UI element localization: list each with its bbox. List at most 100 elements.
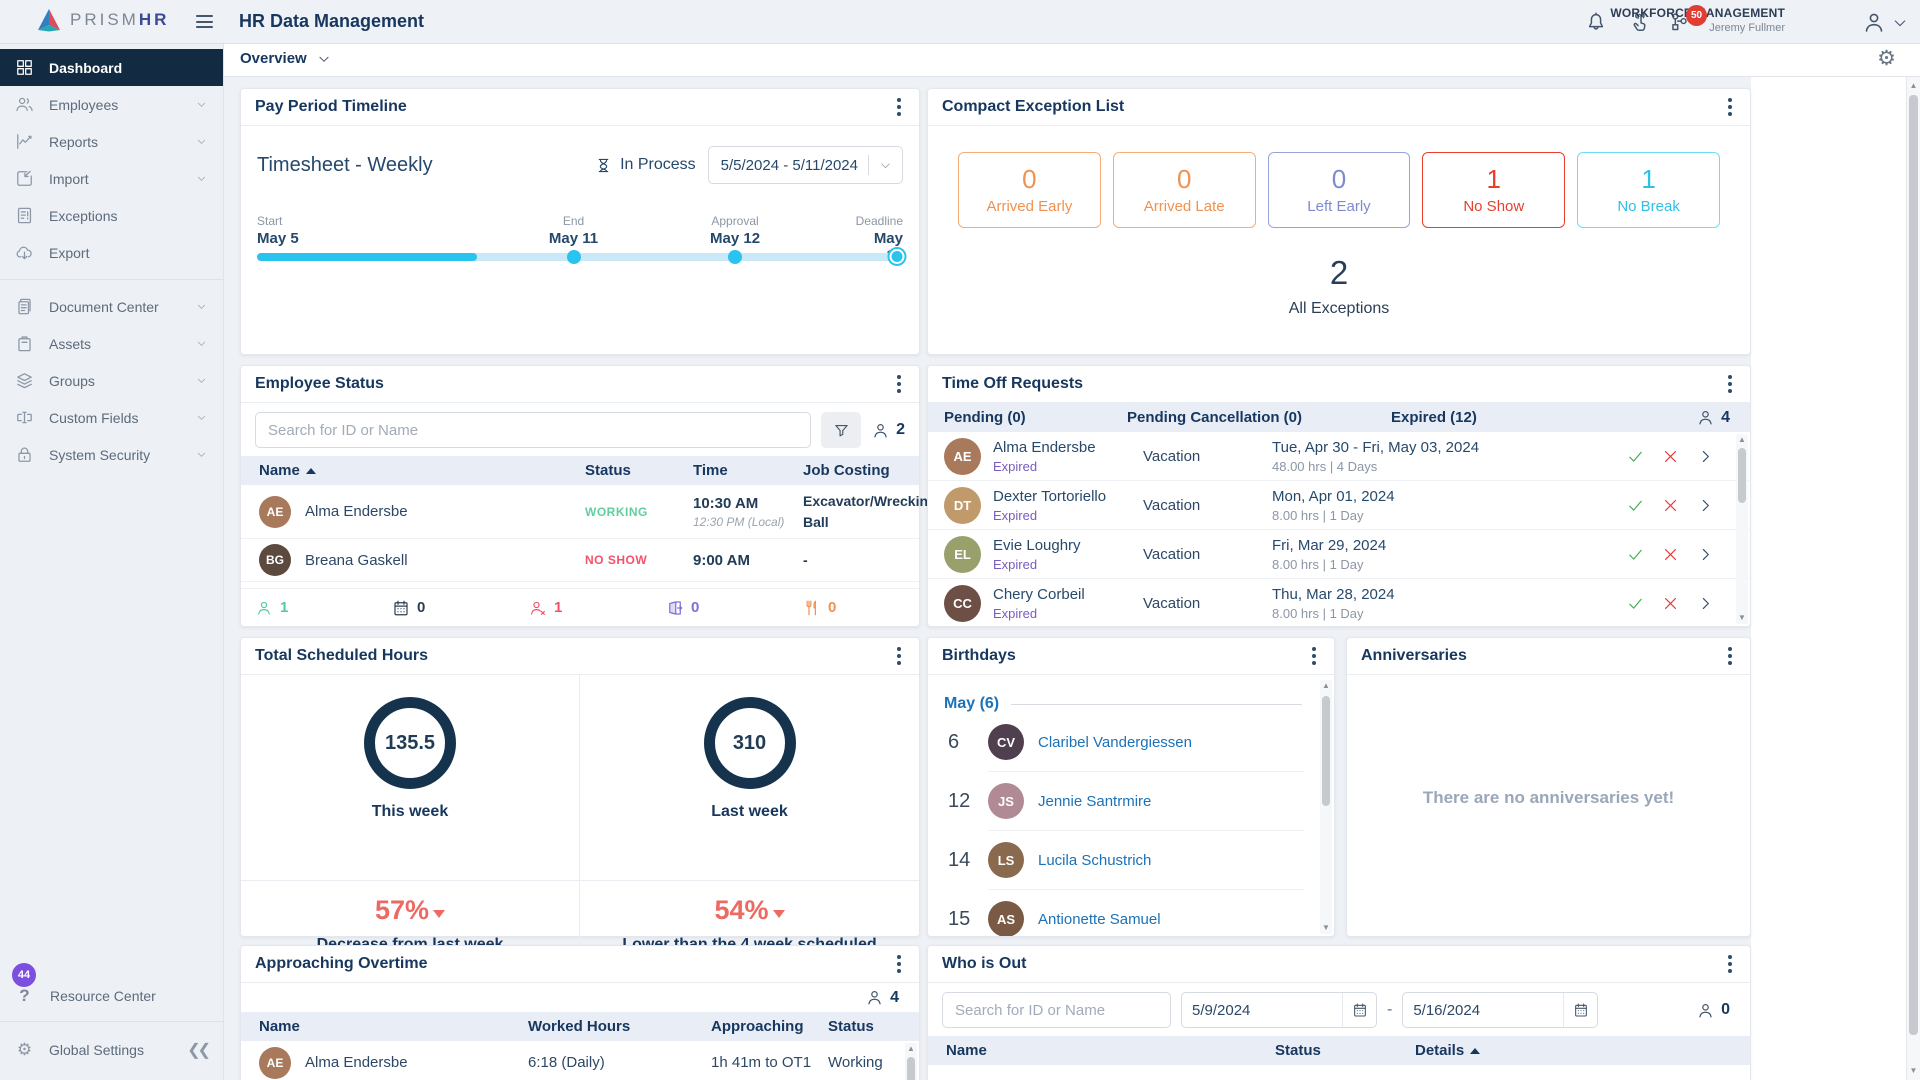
chevron-right-icon[interactable] [1697,595,1714,612]
menu-toggle-icon[interactable] [196,13,213,30]
collapse-sidebar-icon[interactable]: ❮❮ [187,1040,211,1060]
tab-pending[interactable]: Pending (0) [928,409,1127,426]
card-menu-kebab-icon[interactable] [893,951,905,977]
column-header-status[interactable]: Status [1275,1042,1415,1059]
sidebar-item-resource-center[interactable]: ? Resource Center [0,979,223,1013]
notifications-bell-icon[interactable] [1585,11,1607,33]
calendar-icon[interactable] [1563,993,1597,1027]
card-menu-kebab-icon[interactable] [893,371,905,397]
column-header-approaching[interactable]: Approaching [711,1018,828,1035]
sidebar-item-global-settings[interactable]: ⚙ Global Settings ❮❮ [0,1030,223,1070]
table-row[interactable]: AE Alma Endersbe 6:18 (Daily) 1h 41m to … [241,1041,919,1080]
column-header-name[interactable]: Name [259,462,585,479]
scroll-down-icon[interactable]: ▼ [1320,922,1332,934]
chevron-right-icon[interactable] [1697,546,1714,563]
list-item[interactable]: 12 JS Jennie Santrmire [928,772,1334,830]
card-menu-kebab-icon[interactable] [893,94,905,120]
user-menu-chevron-icon[interactable] [1892,15,1908,31]
employee-search-input[interactable] [255,412,812,448]
list-item[interactable]: AE Alma Endersbe Expired Vacation Tue, Ap… [928,432,1750,481]
date-from-field[interactable] [1181,992,1377,1028]
user-avatar-icon[interactable] [1862,10,1886,34]
column-header-details[interactable]: Details [1415,1042,1750,1059]
timeline-dot-approval[interactable] [728,250,743,264]
exception-stat-arrived-late[interactable]: 0 Arrived Late [1112,152,1256,228]
sidebar-item-custom-fields[interactable]: Custom Fields [0,399,223,436]
list-item[interactable]: EL Evie Loughry Expired Vacation Fri, Mar… [928,530,1750,579]
view-selector[interactable]: Overview [240,50,331,67]
sidebar-item-exceptions[interactable]: Exceptions [0,197,223,234]
list-item[interactable]: DT Dexter Tortoriello Expired Vacation Mo… [928,481,1750,530]
dashboard-settings-gear-icon[interactable]: ⚙ [1877,48,1896,69]
sidebar-item-export[interactable]: Export [0,234,223,271]
sidebar-item-dashboard[interactable]: Dashboard [0,49,223,86]
page-scrollbar[interactable]: ▲ ▼ [1906,77,1920,1080]
exception-stat-no-break[interactable]: 1 No Break [1577,152,1720,228]
chevron-right-icon[interactable] [1697,497,1714,514]
card-menu-kebab-icon[interactable] [1724,951,1736,977]
sidebar-item-assets[interactable]: Assets [0,325,223,362]
exception-stat-left-early[interactable]: 0 Left Early [1267,152,1411,228]
scroll-up-icon[interactable]: ▲ [1736,434,1748,446]
column-header-job-costing[interactable]: Job Costing [803,462,919,479]
sidebar-item-employees[interactable]: Employees [0,86,223,123]
list-item[interactable]: 15 AS Antionette Samuel [928,890,1334,936]
date-from-input[interactable] [1182,1001,1342,1019]
column-header-worked-hours[interactable]: Worked Hours [528,1018,711,1035]
list-item[interactable]: 14 LS Lucila Schustrich [928,831,1334,889]
timeline-dot-end[interactable] [566,250,581,264]
scrollbar[interactable]: ▲ ▼ [1320,680,1332,934]
sidebar-item-document-center[interactable]: Document Center [0,288,223,325]
deny-x-icon[interactable] [1662,448,1679,465]
list-item[interactable]: 6 CV Claribel Vandergiessen [928,713,1334,771]
sidebar-item-import[interactable]: Import [0,160,223,197]
card-menu-kebab-icon[interactable] [1724,94,1736,120]
column-header-time[interactable]: Time [693,462,803,479]
pay-period-range-select[interactable]: 5/5/2024 - 5/11/2024 [707,146,903,184]
deny-x-icon[interactable] [1662,546,1679,563]
date-to-field[interactable] [1402,992,1599,1028]
deny-x-icon[interactable] [1662,497,1679,514]
column-header-name[interactable]: Name [946,1042,1275,1059]
scrollbar[interactable]: ▲ [905,1043,917,1080]
timeline-dot-deadline[interactable] [889,249,905,264]
approve-check-icon[interactable] [1627,595,1644,612]
table-row[interactable]: BG Breana Gaskell NO SHOW 9:00 AM - [241,539,919,582]
scroll-down-icon[interactable]: ▼ [1736,612,1748,624]
approve-check-icon[interactable] [1627,497,1644,514]
sidebar-item-system-security[interactable]: System Security [0,436,223,473]
column-header-status[interactable]: Status [585,462,693,479]
employee-name[interactable]: Claribel Vandergiessen [1038,734,1192,751]
tab-pending-cancellation[interactable]: Pending Cancellation (0) [1127,409,1391,426]
tab-expired[interactable]: Expired (12) [1391,409,1696,426]
column-header-name[interactable]: Name [259,1018,528,1035]
scrollbar[interactable]: ▲ ▼ [1736,434,1748,624]
sidebar-item-groups[interactable]: Groups [0,362,223,399]
card-menu-kebab-icon[interactable] [893,643,905,669]
exception-stat-arrived-early[interactable]: 0 Arrived Early [958,152,1101,228]
scroll-down-icon[interactable]: ▼ [1907,1064,1920,1078]
scroll-up-icon[interactable]: ▲ [1907,79,1920,93]
card-menu-kebab-icon[interactable] [1724,643,1736,669]
employee-name[interactable]: Jennie Santrmire [1038,793,1151,810]
list-item[interactable]: CC Chery Corbeil Expired Vacation Thu, Ma… [928,579,1750,626]
chevron-right-icon[interactable] [1697,448,1714,465]
column-header-status[interactable]: Status [828,1018,919,1035]
approve-check-icon[interactable] [1627,546,1644,563]
who-is-out-search-input[interactable] [942,992,1171,1028]
employee-name[interactable]: Lucila Schustrich [1038,852,1151,869]
sidebar-item-reports[interactable]: Reports [0,123,223,160]
filter-button[interactable] [821,412,862,448]
scroll-up-icon[interactable]: ▲ [1320,680,1332,692]
scroll-up-icon[interactable]: ▲ [905,1043,917,1055]
calendar-icon[interactable] [1342,993,1376,1027]
employee-name[interactable]: Antionette Samuel [1038,911,1161,928]
card-menu-kebab-icon[interactable] [1308,643,1320,669]
deny-x-icon[interactable] [1662,595,1679,612]
approve-check-icon[interactable] [1627,448,1644,465]
prismhr-logo[interactable]: PRISM HR [36,8,169,32]
card-menu-kebab-icon[interactable] [1724,371,1736,397]
date-to-input[interactable] [1403,1001,1564,1019]
exception-stat-no-show[interactable]: 1 No Show [1422,152,1566,228]
table-row[interactable]: AE Alma Endersbe WORKING 10:30 AM 12:30 … [241,485,937,539]
